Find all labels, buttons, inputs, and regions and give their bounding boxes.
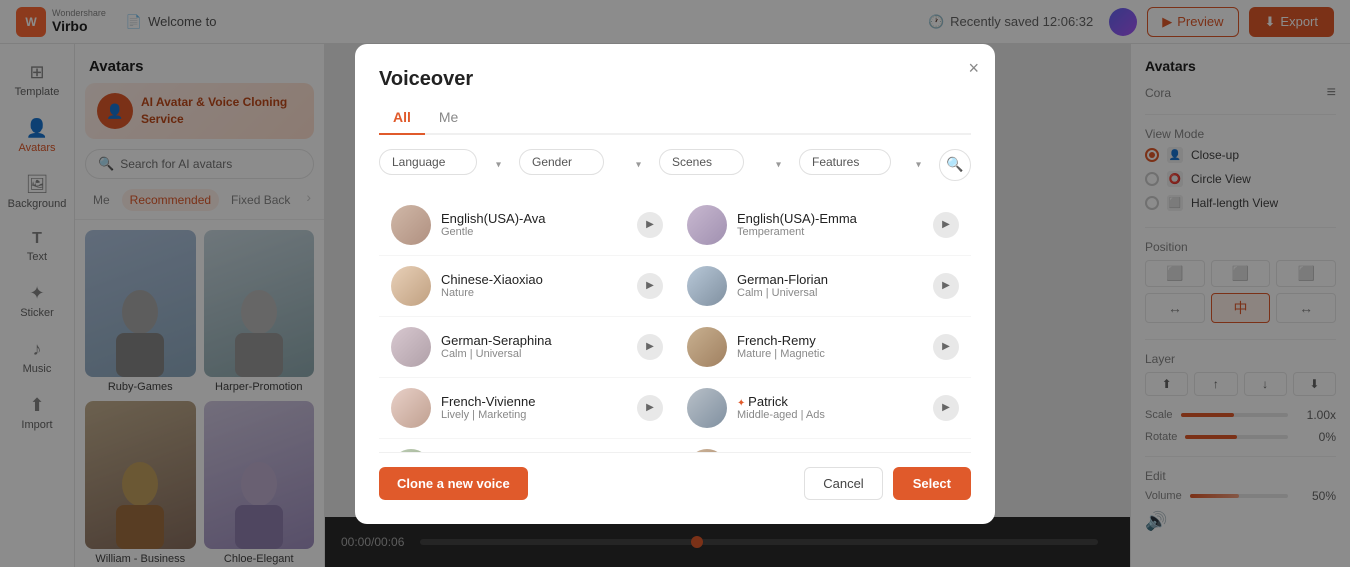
voice-tag-ava: Gentle (441, 226, 627, 238)
voice-info-emma: English(USA)-Emma Temperament (737, 211, 923, 238)
voice-item-patrick[interactable]: ✦ Patrick Middle-aged | Ads ▶ (675, 378, 971, 439)
voice-avatar-seraphina (391, 327, 431, 367)
voice-play-emma[interactable]: ▶ (933, 212, 959, 238)
language-filter[interactable]: Language (379, 149, 477, 175)
voice-play-ava[interactable]: ▶ (637, 212, 663, 238)
language-filter-wrap: Language (379, 149, 511, 181)
voice-tag-remy: Mature | Magnetic (737, 348, 923, 360)
footer-right-buttons: Cancel Select (804, 467, 971, 500)
voice-item-emma[interactable]: English(USA)-Emma Temperament ▶ (675, 195, 971, 256)
voice-item-seraphina[interactable]: German-Seraphina Calm | Universal ▶ (379, 317, 675, 378)
scenes-filter[interactable]: Scenes (659, 149, 744, 175)
voice-item-vivienne[interactable]: French-Vivienne Lively | Marketing ▶ (379, 378, 675, 439)
voice-name-vivienne: French-Vivienne (441, 394, 627, 409)
modal-tabs: All Me (379, 103, 971, 135)
voice-avatar-remy (687, 327, 727, 367)
voice-item-florian[interactable]: German-Florian Calm | Universal ▶ (675, 256, 971, 317)
voice-tag-seraphina: Calm | Universal (441, 348, 627, 360)
voice-info-florian: German-Florian Calm | Universal (737, 272, 923, 299)
modal-tab-all[interactable]: All (379, 103, 425, 135)
features-filter[interactable]: Features (799, 149, 891, 175)
voice-tag-emma: Temperament (737, 226, 923, 238)
voice-name-remy: French-Remy (737, 333, 923, 348)
filter-row: Language Gender Scenes Features 🔍 (379, 149, 971, 181)
gender-filter[interactable]: Gender (519, 149, 604, 175)
voice-tag-xiaoxiao: Nature (441, 287, 627, 299)
voice-item-adam[interactable]: ✦ Adam Youth | Product Reviews ▶ (379, 439, 675, 452)
voiceover-modal: × Voiceover All Me Language Gender Scene… (355, 44, 995, 524)
voice-tag-patrick: Middle-aged | Ads (737, 409, 923, 421)
voice-item-grace[interactable]: ✦ Grace Middle-aged | Tutorial ▶ (675, 439, 971, 452)
voice-name-xiaoxiao: Chinese-Xiaoxiao (441, 272, 627, 287)
voice-info-vivienne: French-Vivienne Lively | Marketing (441, 394, 627, 421)
voice-avatar-vivienne (391, 388, 431, 428)
voice-info-ava: English(USA)-Ava Gentle (441, 211, 627, 238)
voice-item-remy[interactable]: French-Remy Mature | Magnetic ▶ (675, 317, 971, 378)
voice-tag-vivienne: Lively | Marketing (441, 409, 627, 421)
voice-play-florian[interactable]: ▶ (933, 273, 959, 299)
voice-play-patrick[interactable]: ▶ (933, 395, 959, 421)
voice-info-seraphina: German-Seraphina Calm | Universal (441, 333, 627, 360)
voice-avatar-xiaoxiao (391, 266, 431, 306)
clone-voice-button[interactable]: Clone a new voice (379, 467, 528, 500)
voice-play-xiaoxiao[interactable]: ▶ (637, 273, 663, 299)
voice-list: English(USA)-Ava Gentle ▶ English(USA)-E… (379, 195, 971, 452)
scenes-filter-wrap: Scenes (659, 149, 791, 181)
voice-tag-florian: Calm | Universal (737, 287, 923, 299)
voice-play-seraphina[interactable]: ▶ (637, 334, 663, 360)
voice-name-seraphina: German-Seraphina (441, 333, 627, 348)
voice-info-xiaoxiao: Chinese-Xiaoxiao Nature (441, 272, 627, 299)
features-filter-wrap: Features (799, 149, 931, 181)
voice-item-ava[interactable]: English(USA)-Ava Gentle ▶ (379, 195, 675, 256)
voice-search-button[interactable]: 🔍 (939, 149, 971, 181)
voice-name-patrick: ✦ Patrick (737, 394, 923, 409)
modal-close-button[interactable]: × (968, 58, 979, 79)
voice-info-patrick: ✦ Patrick Middle-aged | Ads (737, 394, 923, 421)
voice-name-ava: English(USA)-Ava (441, 211, 627, 226)
modal-footer: Clone a new voice Cancel Select (379, 452, 971, 500)
voice-avatar-patrick (687, 388, 727, 428)
cancel-button[interactable]: Cancel (804, 467, 882, 500)
voice-play-vivienne[interactable]: ▶ (637, 395, 663, 421)
voice-play-remy[interactable]: ▶ (933, 334, 959, 360)
voice-item-xiaoxiao[interactable]: Chinese-Xiaoxiao Nature ▶ (379, 256, 675, 317)
modal-tab-me[interactable]: Me (425, 103, 472, 135)
select-button[interactable]: Select (893, 467, 971, 500)
gender-filter-wrap: Gender (519, 149, 651, 181)
voice-avatar-florian (687, 266, 727, 306)
voice-info-remy: French-Remy Mature | Magnetic (737, 333, 923, 360)
modal-overlay[interactable]: × Voiceover All Me Language Gender Scene… (0, 0, 1350, 567)
modal-title: Voiceover (379, 68, 971, 91)
voice-avatar-emma (687, 205, 727, 245)
voice-avatar-ava (391, 205, 431, 245)
voice-name-emma: English(USA)-Emma (737, 211, 923, 226)
voice-name-florian: German-Florian (737, 272, 923, 287)
